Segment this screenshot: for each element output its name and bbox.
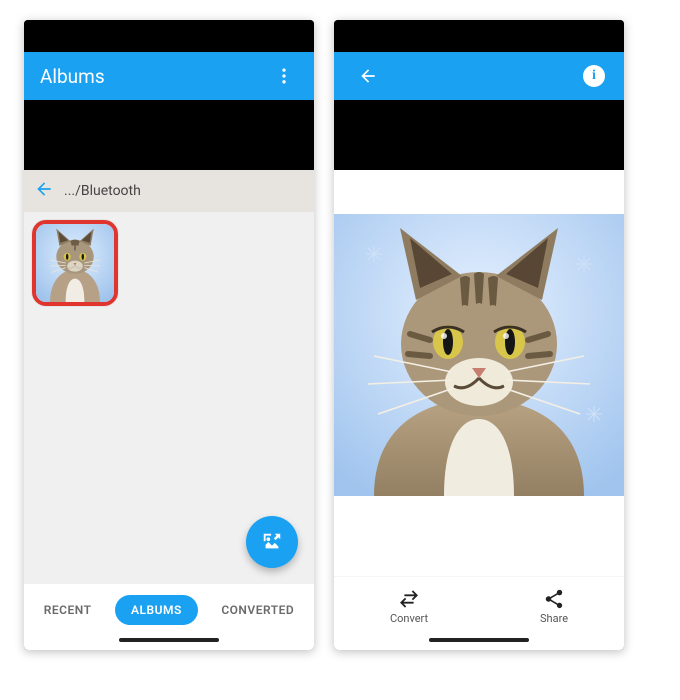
back-arrow-icon[interactable]: [34, 179, 54, 203]
convert-button[interactable]: Convert: [390, 588, 428, 625]
nav-handle[interactable]: [24, 636, 314, 650]
app-bar: i: [334, 52, 624, 100]
back-arrow-icon[interactable]: [350, 58, 386, 94]
viewer-spacer-top: [334, 170, 624, 214]
status-bar: [24, 20, 314, 52]
convert-icon: [398, 588, 420, 610]
tab-albums[interactable]: ALBUMS: [115, 595, 198, 625]
photo-thumbnail[interactable]: [32, 220, 118, 306]
black-band: [24, 100, 314, 170]
black-band: [334, 100, 624, 170]
share-button[interactable]: Share: [540, 588, 568, 625]
convert-label: Convert: [390, 612, 428, 625]
grid-area: [24, 212, 314, 584]
add-image-fab[interactable]: [246, 516, 298, 568]
bottom-tabs: RECENT ALBUMS CONVERTED: [24, 584, 314, 636]
phone-right: i: [334, 20, 624, 650]
viewer-image[interactable]: [334, 214, 624, 496]
phone-left: Albums .../Bluetooth: [24, 20, 314, 650]
share-label: Share: [540, 612, 568, 625]
info-icon[interactable]: i: [576, 58, 612, 94]
app-bar-title: Albums: [40, 65, 266, 88]
tab-recent[interactable]: RECENT: [28, 595, 108, 625]
app-bar: Albums: [24, 52, 314, 100]
viewer-actions: Convert Share: [334, 576, 624, 636]
share-icon: [543, 588, 565, 610]
tab-converted[interactable]: CONVERTED: [205, 595, 310, 625]
status-bar: [334, 20, 624, 52]
viewer-spacer-bottom: [334, 496, 624, 576]
breadcrumb: .../Bluetooth: [24, 170, 314, 212]
more-options-icon[interactable]: [266, 58, 302, 94]
breadcrumb-path: .../Bluetooth: [64, 183, 141, 199]
nav-handle[interactable]: [334, 636, 624, 650]
